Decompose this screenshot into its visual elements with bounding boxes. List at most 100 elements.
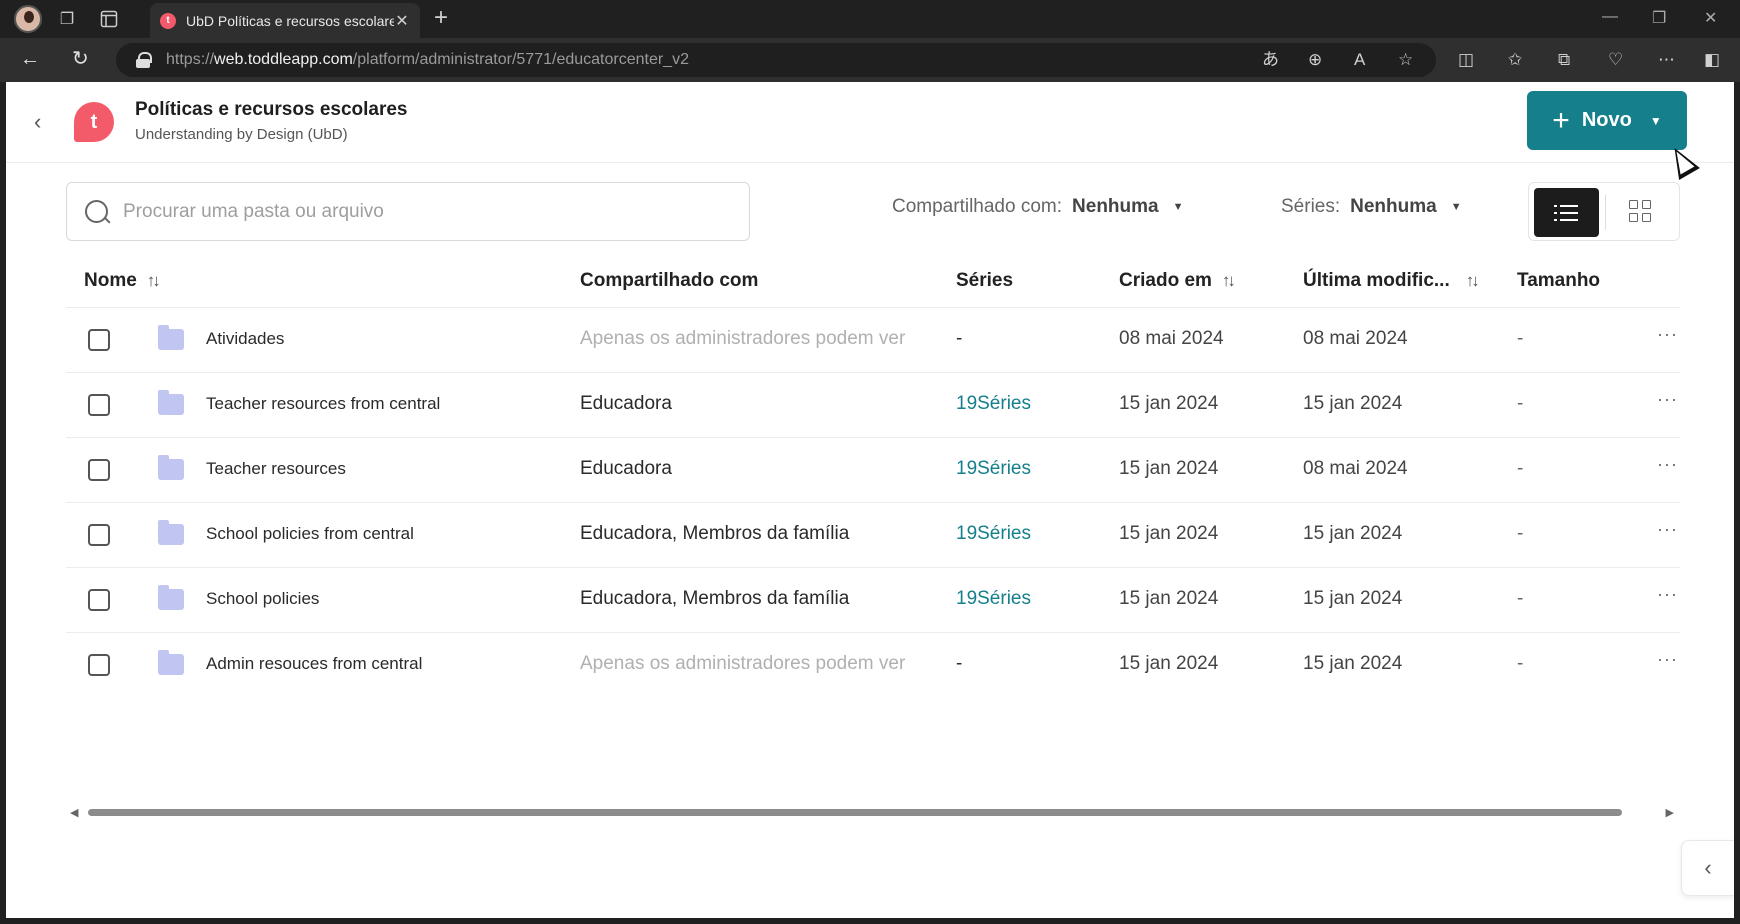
- collections-icon[interactable]: ⧉: [1558, 50, 1570, 70]
- row-series-link[interactable]: 19Séries: [956, 588, 1031, 610]
- restore-icon[interactable]: ❐: [1652, 8, 1666, 28]
- search-placeholder: Procurar uma pasta ou arquivo: [123, 200, 384, 222]
- sidebar-icon[interactable]: ◧: [1704, 50, 1720, 70]
- row-series-link[interactable]: 19Séries: [956, 458, 1031, 480]
- column-name[interactable]: Nome ↑↓: [84, 270, 161, 292]
- window-close-icon[interactable]: ✕: [1704, 8, 1717, 28]
- minimize-icon[interactable]: —: [1602, 8, 1618, 26]
- translate-icon[interactable]: あ: [1262, 50, 1279, 70]
- plus-icon: +: [1552, 103, 1570, 137]
- row-name[interactable]: Admin resouces from central: [206, 654, 422, 674]
- more-options-icon[interactable]: ···: [1657, 389, 1678, 410]
- read-aloud-icon[interactable]: A: [1354, 50, 1365, 70]
- page-subtitle: Understanding by Design (UbD): [135, 126, 348, 143]
- shared-filter-label: Compartilhado com:: [892, 196, 1063, 217]
- grid-view-icon[interactable]: [1629, 200, 1651, 222]
- favorites-icon[interactable]: ✩: [1508, 50, 1522, 70]
- scroll-left-arrow-icon[interactable]: ◀: [70, 806, 78, 819]
- page-content: ‹ t Políticas e recursos escolares Under…: [6, 82, 1734, 918]
- row-name[interactable]: Teacher resources from central: [206, 394, 440, 414]
- row-modified: 15 jan 2024: [1303, 393, 1403, 414]
- scroll-right-arrow-icon[interactable]: ▶: [1666, 806, 1674, 819]
- shared-with-filter[interactable]: Compartilhado com: Nenhuma ▼: [892, 196, 1184, 218]
- refresh-icon[interactable]: ↻: [72, 48, 89, 70]
- table-row[interactable]: Atividades Apenas os administradores pod…: [66, 308, 1680, 373]
- row-size: -: [1517, 393, 1524, 414]
- table-row[interactable]: Teacher resources Educadora 19Séries 15 …: [66, 438, 1680, 503]
- more-options-icon[interactable]: ···: [1657, 519, 1678, 540]
- row-size: -: [1517, 523, 1524, 544]
- browser-tab-active[interactable]: t UbD Políticas e recursos escolares ✕: [150, 3, 420, 38]
- browser-address-bar: ← ↻ https://web.toddleapp.com/platform/a…: [0, 38, 1740, 82]
- workspaces-icon[interactable]: ❐: [56, 8, 78, 30]
- tab-close-icon[interactable]: ✕: [394, 11, 410, 31]
- browser-tab-bar: ❐ t UbD Políticas e recursos escolares ✕…: [0, 0, 1740, 38]
- page-title: Políticas e recursos escolares: [135, 99, 408, 120]
- favorite-star-icon[interactable]: ☆: [1398, 50, 1413, 70]
- row-name[interactable]: School policies: [206, 589, 319, 609]
- column-created[interactable]: Criado em ↑↓: [1119, 270, 1236, 292]
- row-shared: Educadora, Membros da família: [580, 523, 850, 544]
- table-row[interactable]: Admin resouces from central Apenas os ad…: [66, 633, 1680, 698]
- sort-icon[interactable]: ↑↓: [1466, 271, 1480, 291]
- search-input[interactable]: Procurar uma pasta ou arquivo: [66, 182, 750, 241]
- more-options-icon[interactable]: ···: [1657, 584, 1678, 605]
- more-options-icon[interactable]: ···: [1657, 324, 1678, 345]
- row-checkbox[interactable]: [88, 654, 110, 676]
- tab-favicon-icon: t: [160, 12, 176, 29]
- row-modified: 15 jan 2024: [1303, 653, 1403, 674]
- list-view-button[interactable]: [1534, 188, 1599, 237]
- series-filter[interactable]: Séries: Nenhuma ▼: [1281, 196, 1462, 218]
- row-name[interactable]: School policies from central: [206, 524, 414, 544]
- folder-icon: [158, 325, 184, 350]
- profile-avatar[interactable]: [14, 5, 42, 33]
- search-icon: [83, 198, 111, 226]
- row-series-link[interactable]: 19Séries: [956, 523, 1031, 545]
- row-modified: 15 jan 2024: [1303, 523, 1403, 544]
- row-checkbox[interactable]: [88, 394, 110, 416]
- row-created: 15 jan 2024: [1119, 393, 1219, 414]
- tab-actions-icon[interactable]: [98, 8, 120, 30]
- new-button[interactable]: + Novo ▼: [1527, 91, 1687, 150]
- folder-icon: [158, 520, 184, 545]
- row-checkbox[interactable]: [88, 459, 110, 481]
- column-modified[interactable]: Última modific... ↑↓: [1303, 270, 1480, 292]
- zoom-icon[interactable]: ⊕: [1308, 50, 1322, 70]
- row-created: 15 jan 2024: [1119, 523, 1219, 544]
- more-menu-icon[interactable]: ⋯: [1658, 50, 1675, 70]
- back-chevron-icon[interactable]: ‹: [34, 110, 58, 134]
- row-checkbox[interactable]: [88, 524, 110, 546]
- row-name[interactable]: Teacher resources: [206, 459, 346, 479]
- scrollbar-thumb[interactable]: [88, 809, 1622, 816]
- side-panel-toggle-chevron-icon[interactable]: ‹: [1681, 840, 1734, 896]
- folder-icon: [158, 650, 184, 675]
- row-size: -: [1517, 588, 1524, 609]
- row-name[interactable]: Atividades: [206, 329, 284, 349]
- url-field[interactable]: https://web.toddleapp.com/platform/admin…: [116, 43, 1436, 77]
- row-modified: 08 mai 2024: [1303, 458, 1408, 479]
- row-series-link[interactable]: 19Séries: [956, 393, 1031, 415]
- table-row[interactable]: Teacher resources from central Educadora…: [66, 373, 1680, 438]
- row-shared: Apenas os administradores podem ver: [580, 653, 906, 674]
- sort-icon[interactable]: ↑↓: [147, 271, 161, 291]
- more-options-icon[interactable]: ···: [1657, 454, 1678, 475]
- new-button-label: Novo: [1581, 109, 1632, 131]
- table-row[interactable]: School policies Educadora, Membros da fa…: [66, 568, 1680, 633]
- horizontal-scrollbar[interactable]: ◀ ▶: [70, 804, 1674, 820]
- browser-essentials-icon[interactable]: ♡: [1608, 50, 1623, 70]
- url-text: https://web.toddleapp.com/platform/admin…: [166, 51, 689, 68]
- row-checkbox[interactable]: [88, 589, 110, 611]
- row-modified: 08 mai 2024: [1303, 328, 1408, 349]
- back-icon[interactable]: ←: [20, 48, 40, 70]
- row-created: 15 jan 2024: [1119, 588, 1219, 609]
- sort-icon[interactable]: ↑↓: [1222, 271, 1236, 291]
- row-checkbox[interactable]: [88, 329, 110, 351]
- caret-down-icon: ▼: [1649, 113, 1662, 128]
- new-tab-icon[interactable]: +: [434, 6, 448, 30]
- table-row[interactable]: School policies from central Educadora, …: [66, 503, 1680, 568]
- folder-icon: [158, 455, 184, 480]
- row-created: 08 mai 2024: [1119, 328, 1224, 349]
- more-options-icon[interactable]: ···: [1657, 649, 1678, 670]
- split-screen-icon[interactable]: ◫: [1458, 50, 1474, 70]
- row-series: -: [956, 653, 963, 674]
